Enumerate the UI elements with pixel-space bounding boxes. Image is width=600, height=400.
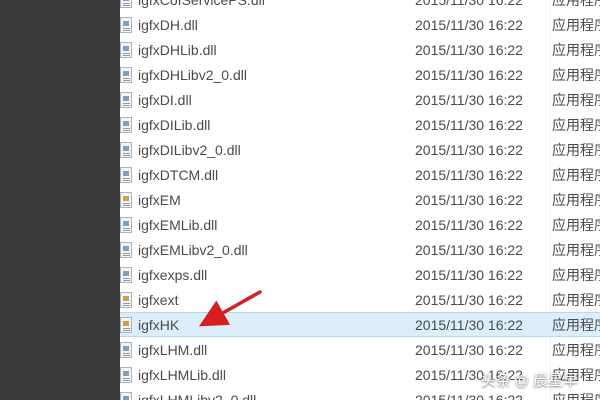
file-row[interactable]: igfxEMLibv2_0.dll 2015/11/30 16:22 应用程序扩展	[120, 237, 600, 262]
watermark-at: @	[514, 371, 529, 388]
file-name: igfxDHLibv2_0.dll	[138, 66, 247, 83]
dll-file-icon	[120, 91, 132, 108]
dll-file-icon	[120, 216, 132, 233]
file-row[interactable]: igfxDHLibv2_0.dll 2015/11/30 16:22 应用程序扩展	[120, 62, 600, 87]
file-name: igfxDHLib.dll	[138, 41, 217, 58]
dll-file-icon	[120, 41, 132, 58]
file-name: igfxDILib.dll	[138, 116, 211, 133]
file-type: 应用程序扩展	[552, 141, 600, 158]
file-date-modified: 2015/11/30 16:22	[415, 91, 523, 108]
file-name: igfxDI.dll	[138, 91, 192, 108]
file-type: 应用程序扩展	[552, 0, 600, 10]
file-row[interactable]: igfxDI.dll 2015/11/30 16:22 应用程序扩展	[120, 87, 600, 112]
dll-file-icon	[120, 16, 132, 33]
dll-file-icon	[120, 241, 132, 258]
navigation-pane	[0, 0, 120, 400]
dll-file-icon	[120, 266, 132, 283]
file-type: 应用程序扩展	[552, 241, 600, 258]
watermark-author: 晨星早	[532, 372, 578, 389]
watermark: 头条 @ 晨星早	[481, 369, 578, 390]
file-date-modified: 2015/11/30 16:22	[415, 266, 523, 283]
file-name: igfxEMLibv2_0.dll	[138, 241, 248, 258]
file-date-modified: 2015/11/30 16:22	[415, 341, 523, 358]
application-file-icon	[120, 191, 132, 208]
file-name: igfxDTCM.dll	[138, 166, 219, 183]
dll-file-icon	[120, 366, 132, 383]
dll-file-icon	[120, 116, 132, 133]
file-type: 应用程序扩展	[552, 116, 600, 133]
file-row[interactable]: igfxHK 2015/11/30 16:22 应用程序	[120, 312, 600, 337]
dll-file-icon	[120, 166, 132, 183]
file-date-modified: 2015/11/30 16:22	[415, 391, 523, 400]
file-date-modified: 2015/11/30 16:22	[415, 191, 523, 208]
file-name: igfxLHM.dll	[138, 341, 208, 358]
file-row[interactable]: igfxDILibv2_0.dll 2015/11/30 16:22 应用程序扩展	[120, 137, 600, 162]
file-row[interactable]: igfxDILib.dll 2015/11/30 16:22 应用程序扩展	[120, 112, 600, 137]
file-type: 应用程序扩展	[552, 266, 600, 283]
file-row[interactable]: igfxLHM.dll 2015/11/30 16:22 应用程序扩展	[120, 337, 600, 362]
application-file-icon	[120, 291, 132, 308]
file-type: 应用程序	[552, 316, 600, 333]
file-name: igfxCoIServicePS.dll	[138, 0, 265, 8]
file-type: 应用程序扩展	[552, 16, 600, 33]
file-type: 应用程序扩展	[552, 66, 600, 83]
file-name: igfxext	[138, 291, 179, 308]
file-name: igfxHK	[138, 316, 180, 333]
dll-file-icon	[120, 391, 132, 400]
file-date-modified: 2015/11/30 16:22	[415, 316, 523, 333]
file-type: 应用程序扩展	[552, 391, 600, 400]
file-row[interactable]: igfxDTCM.dll 2015/11/30 16:22 应用程序扩展	[120, 162, 600, 187]
file-row[interactable]: igfxDHLib.dll 2015/11/30 16:22 应用程序扩展	[120, 37, 600, 62]
file-date-modified: 2015/11/30 16:22	[415, 216, 523, 233]
file-date-modified: 2015/11/30 16:22	[415, 0, 523, 8]
file-type: 应用程序扩展	[552, 341, 600, 358]
file-row[interactable]: igfxEM 2015/11/30 16:22 应用程序	[120, 187, 600, 212]
file-date-modified: 2015/11/30 16:22	[415, 41, 523, 58]
file-type: 应用程序扩展	[552, 216, 600, 233]
file-date-modified: 2015/11/30 16:22	[415, 166, 523, 183]
application-file-icon	[120, 316, 132, 333]
file-list: igfxCoIServicePS.dll 2015/11/30 16:22 应用程序…	[120, 0, 600, 400]
file-name: igfxLHMLibv2_0.dll	[138, 391, 257, 400]
file-name: igfxexps.dll	[138, 266, 208, 283]
file-name: igfxDH.dll	[138, 16, 198, 33]
file-type: 应用程序	[552, 291, 600, 308]
file-row[interactable]: igfxext 2015/11/30 16:22 应用程序	[120, 287, 600, 312]
file-name: igfxEM	[138, 191, 181, 208]
file-date-modified: 2015/11/30 16:22	[415, 116, 523, 133]
file-type: 应用程序扩展	[552, 166, 600, 183]
file-date-modified: 2015/11/30 16:22	[415, 141, 523, 158]
file-row[interactable]: igfxexps.dll 2015/11/30 16:22 应用程序扩展	[120, 262, 600, 287]
file-name: igfxLHMLib.dll	[138, 366, 226, 383]
file-date-modified: 2015/11/30 16:22	[415, 66, 523, 83]
file-name: igfxEMLib.dll	[138, 216, 218, 233]
file-type: 应用程序扩展	[552, 41, 600, 58]
file-row[interactable]: igfxEMLib.dll 2015/11/30 16:22 应用程序扩展	[120, 212, 600, 237]
dll-file-icon	[120, 0, 132, 8]
watermark-source: 头条	[480, 372, 511, 389]
file-type: 应用程序	[552, 191, 600, 208]
file-name: igfxDILibv2_0.dll	[138, 141, 241, 158]
file-date-modified: 2015/11/30 16:22	[415, 16, 523, 33]
dll-file-icon	[120, 141, 132, 158]
dll-file-icon	[120, 66, 132, 83]
file-date-modified: 2015/11/30 16:22	[415, 291, 523, 308]
file-row[interactable]: igfxDH.dll 2015/11/30 16:22 应用程序扩展	[120, 12, 600, 37]
file-type: 应用程序扩展	[552, 91, 600, 108]
file-row[interactable]: igfxCoIServicePS.dll 2015/11/30 16:22 应用程序…	[120, 0, 600, 12]
dll-file-icon	[120, 341, 132, 358]
file-date-modified: 2015/11/30 16:22	[415, 241, 523, 258]
